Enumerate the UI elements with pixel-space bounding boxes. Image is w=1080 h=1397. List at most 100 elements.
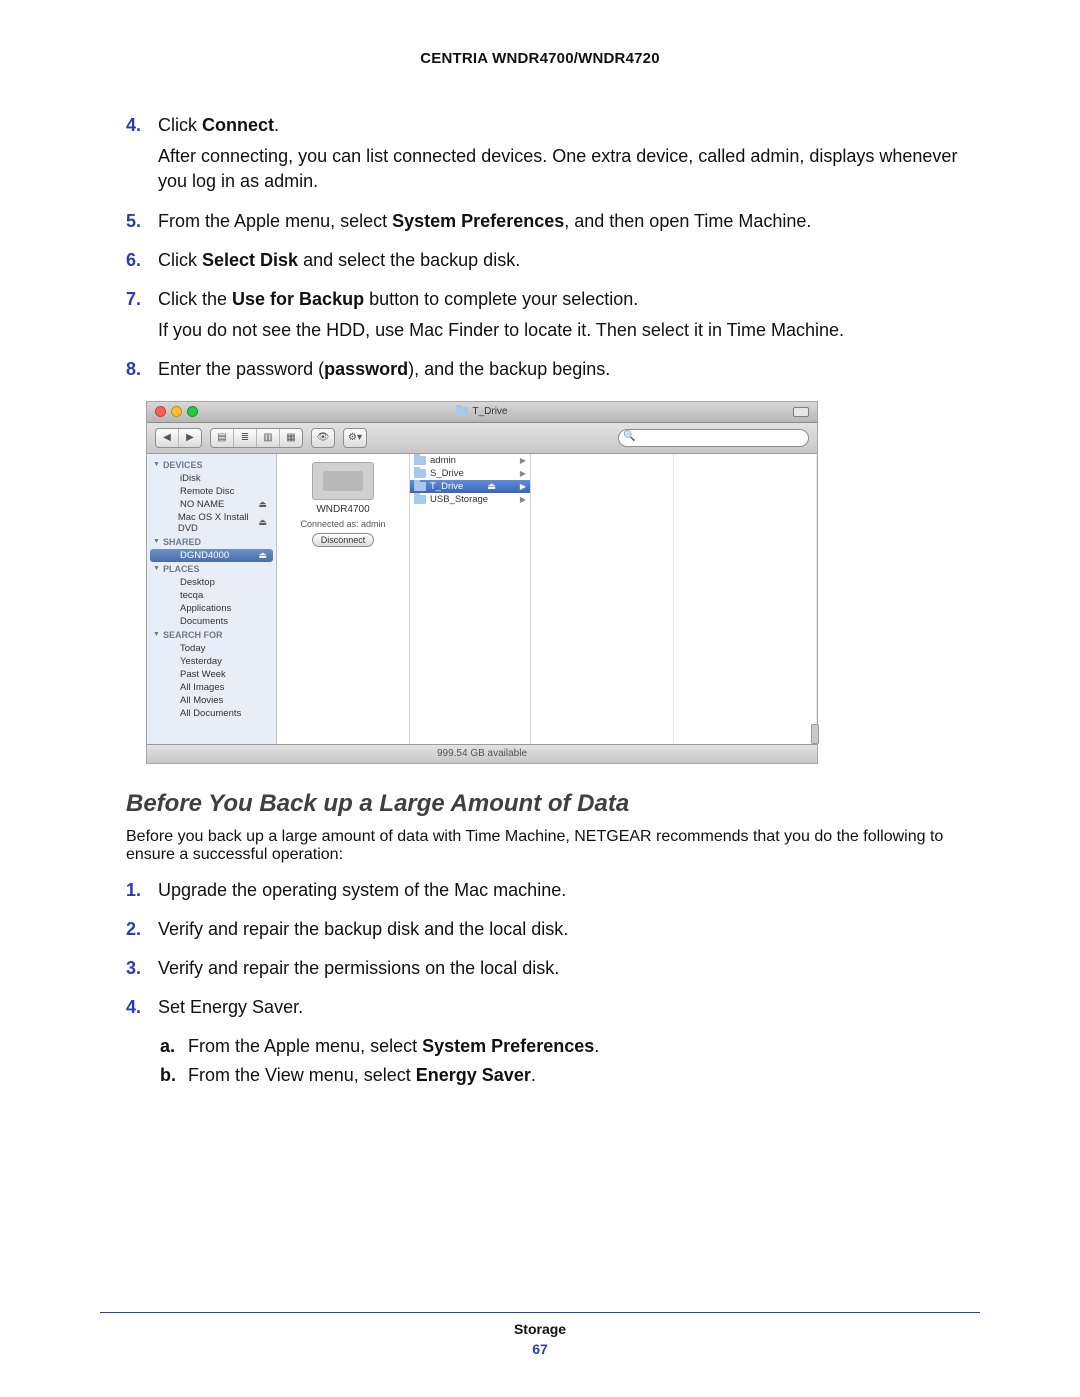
sidebar-item-icon (164, 550, 176, 560)
sidebar-item-label: DGND4000 (180, 550, 229, 561)
step-text: Click the Use for Backup button to compl… (158, 287, 980, 312)
sidebar-item-icon (164, 486, 176, 496)
disconnect-button[interactable]: Disconnect (312, 533, 375, 547)
page-number: 67 (0, 1341, 1080, 1357)
folder-icon (414, 469, 426, 478)
sidebar-heading[interactable]: SEARCH FOR (147, 628, 276, 642)
sidebar-item[interactable]: All Images (150, 681, 273, 694)
search-field[interactable]: 🔍 (618, 429, 809, 447)
sidebar-item-label: Documents (180, 616, 228, 627)
column-handle-icon[interactable] (811, 724, 819, 744)
folder-item[interactable]: S_Drive▶ (410, 467, 530, 480)
sidebar-item-icon (164, 708, 176, 718)
sidebar-item-label: Yesterday (180, 656, 222, 667)
finder-window: T_Drive ◀▶ ▤≣▥▦ 👁 ⚙▾ 🔍 DEVICESiDisk Remot… (146, 401, 818, 764)
sidebar-item-label: Today (180, 643, 205, 654)
sidebar-item[interactable]: Applications (150, 602, 273, 615)
folder-item[interactable]: USB_Storage▶ (410, 493, 530, 506)
folder-icon (414, 495, 426, 504)
sidebar-item-icon (164, 656, 176, 666)
step-body: Enter the password (password), and the b… (158, 357, 980, 388)
eject-icon[interactable]: ⏏ (258, 517, 267, 528)
toolbar: ◀▶ ▤≣▥▦ 👁 ⚙▾ 🔍 (147, 423, 817, 454)
step-number: 7. (126, 287, 158, 349)
folder-label: admin (430, 455, 456, 466)
sidebar-item[interactable]: Remote Disc (150, 485, 273, 498)
sidebar-item[interactable]: Desktop (150, 576, 273, 589)
step-body: Click Connect. After connecting, you can … (158, 113, 980, 201)
sub-step-text: From the Apple menu, select System Prefe… (188, 1034, 599, 1059)
titlebar: T_Drive (147, 402, 817, 423)
sidebar-item[interactable]: Yesterday (150, 655, 273, 668)
sidebar-item-label: Desktop (180, 577, 215, 588)
device-icon (312, 462, 374, 500)
step-text: Click Select Disk and select the backup … (158, 248, 980, 273)
sidebar-item-icon (164, 499, 176, 509)
step-list: 4.Click Connect. After connecting, you ca… (126, 113, 980, 389)
quicklook-button[interactable]: 👁 (311, 428, 335, 448)
step-body: Verify and repair the permissions on the… (158, 956, 980, 987)
eject-icon[interactable]: ⏏ (487, 481, 496, 492)
sidebar-heading[interactable]: DEVICES (147, 458, 276, 472)
step: 4.Click Connect. After connecting, you ca… (126, 113, 980, 201)
sidebar-item-icon (164, 669, 176, 679)
step-number: 5. (126, 209, 158, 240)
nav-back-forward[interactable]: ◀▶ (155, 428, 202, 448)
folder-icon (414, 456, 426, 465)
sidebar-item[interactable]: tecqa (150, 589, 273, 602)
folder-column: admin▶S_Drive▶T_Drive⏏▶USB_Storage▶ (410, 454, 531, 744)
action-menu[interactable]: ⚙▾ (343, 428, 367, 448)
step-number: 8. (126, 357, 158, 388)
sidebar-item[interactable]: Today (150, 642, 273, 655)
step: 7.Click the Use for Backup button to com… (126, 287, 980, 349)
sidebar-heading[interactable]: SHARED (147, 535, 276, 549)
sidebar-heading[interactable]: PLACES (147, 562, 276, 576)
eject-icon[interactable]: ⏏ (258, 499, 267, 510)
sub-step: a.From the Apple menu, select System Pre… (160, 1034, 980, 1059)
sidebar-item[interactable]: Documents (150, 615, 273, 628)
sidebar-item[interactable]: All Documents (150, 707, 273, 720)
sidebar-item[interactable]: Past Week (150, 668, 273, 681)
step-text: Verify and repair the backup disk and th… (158, 917, 980, 942)
step-text: Click Connect. (158, 113, 980, 138)
footer-rule (100, 1312, 980, 1313)
step-number: 6. (126, 248, 158, 279)
step-body: Verify and repair the backup disk and th… (158, 917, 980, 948)
window-title: T_Drive (472, 406, 507, 417)
folder-item[interactable]: admin ▶ (410, 454, 530, 467)
step-number: 3. (126, 956, 158, 987)
folder-icon (414, 482, 426, 491)
step-number: 4. (126, 113, 158, 201)
eject-icon[interactable]: ⏏ (258, 550, 267, 561)
connected-as: Connected as: admin (300, 519, 385, 529)
sub-step-marker: a. (160, 1034, 188, 1059)
sidebar-item[interactable]: All Movies (150, 694, 273, 707)
sidebar-item-label: iDisk (180, 473, 201, 484)
sidebar-item[interactable]: DGND4000 ⏏ (150, 549, 273, 562)
step-body: Set Energy Saver. (158, 995, 980, 1026)
sidebar-item-label: Applications (180, 603, 231, 614)
step: 8.Enter the password (password), and the… (126, 357, 980, 388)
step-text: Upgrade the operating system of the Mac … (158, 878, 980, 903)
view-switcher[interactable]: ▤≣▥▦ (210, 428, 303, 448)
sidebar-item[interactable]: Mac OS X Install DVD⏏ (150, 511, 273, 535)
section-intro: Before you back up a large amount of dat… (126, 828, 954, 864)
folder-label: USB_Storage (430, 494, 488, 505)
folder-item[interactable]: T_Drive⏏▶ (410, 480, 530, 493)
sidebar: DEVICESiDisk Remote DiscNO NAME⏏Mac OS X … (147, 454, 277, 744)
sidebar-item-label: tecqa (180, 590, 203, 601)
search-input[interactable] (618, 429, 809, 447)
step: 1.Upgrade the operating system of the Ma… (126, 878, 980, 909)
status-bar: 999.54 GB available (147, 744, 817, 763)
sidebar-item-label: All Images (180, 682, 224, 693)
device-column: WNDR4700 Connected as: admin Disconnect (277, 454, 410, 744)
sidebar-item-label: Remote Disc (180, 486, 234, 497)
chevron-right-icon: ▶ (520, 482, 526, 491)
chevron-right-icon: ▶ (520, 456, 526, 465)
sidebar-item[interactable]: NO NAME⏏ (150, 498, 273, 511)
step: 3.Verify and repair the permissions on t… (126, 956, 980, 987)
sidebar-item[interactable]: iDisk (150, 472, 273, 485)
doc-header: CENTRIA WNDR4700/WNDR4720 (100, 50, 980, 67)
step-text: After connecting, you can list connected… (158, 144, 980, 194)
step-text: Set Energy Saver. (158, 995, 980, 1020)
